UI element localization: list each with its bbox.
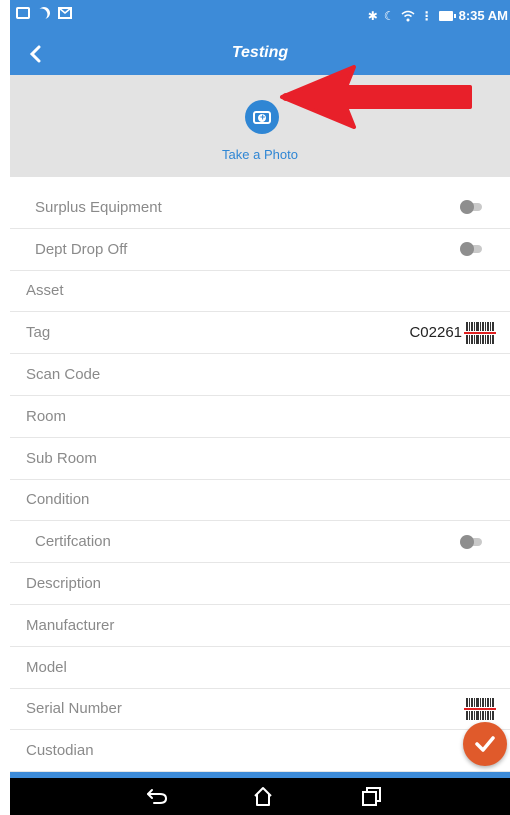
- status-bar: ✱ ☾ ⋮ 8:35 AM: [10, 0, 510, 32]
- dept-drop-off-label: Dept Drop Off: [35, 240, 128, 258]
- description-label: Description: [26, 575, 102, 593]
- model-label: Model: [26, 658, 67, 676]
- take-photo-label[interactable]: Take a Photo: [10, 147, 510, 162]
- barcode-scan-icon[interactable]: [464, 320, 496, 346]
- certification-toggle[interactable]: [460, 534, 484, 549]
- app-screen: ✱ ☾ ⋮ 8:35 AM Testing + Take a Photo Sur…: [10, 0, 510, 815]
- system-nav-bar: [10, 778, 510, 815]
- certification-label: Certifcation: [35, 533, 111, 551]
- serial-number-field[interactable]: Serial Number: [10, 689, 510, 731]
- wifi-icon: [401, 10, 415, 21]
- sub-room-label: Sub Room: [26, 449, 97, 467]
- asset-field[interactable]: Asset: [10, 271, 510, 313]
- condition-label: Condition: [26, 491, 90, 509]
- manufacturer-label: Manufacturer: [26, 616, 115, 634]
- asset-label: Asset: [26, 282, 64, 300]
- nav-back-button[interactable]: [144, 784, 170, 808]
- moon-icon: [36, 5, 52, 21]
- room-label: Room: [26, 407, 67, 425]
- bluetooth-icon: ✱: [367, 8, 378, 23]
- custodian-label: Custodian: [26, 742, 94, 760]
- back-icon: [147, 789, 168, 804]
- battery-icon: [438, 10, 456, 21]
- model-field[interactable]: Model: [10, 647, 510, 689]
- status-left-icons: [16, 7, 72, 19]
- camera-icon: +: [253, 110, 271, 124]
- tag-value: C02261: [409, 323, 462, 341]
- condition-field[interactable]: Condition: [10, 480, 510, 522]
- home-icon: [254, 787, 272, 806]
- status-time: 8:35 AM: [458, 8, 508, 23]
- more-icon: ⋮: [420, 8, 433, 23]
- save-fab-button[interactable]: [463, 722, 507, 766]
- mail-icon: [58, 7, 72, 19]
- photo-section: + Take a Photo: [10, 65, 510, 177]
- annotation-arrow-icon: [280, 65, 472, 129]
- serial-barcode-scan-icon[interactable]: [464, 696, 496, 722]
- dept-drop-off-toggle[interactable]: [460, 242, 484, 257]
- dept-drop-off-row: Dept Drop Off: [10, 229, 510, 271]
- surplus-equipment-toggle[interactable]: [460, 200, 484, 215]
- nav-home-button[interactable]: [250, 784, 276, 808]
- nav-recent-apps-button[interactable]: [358, 784, 384, 808]
- serial-number-label: Serial Number: [26, 700, 122, 718]
- custodian-field[interactable]: Custodian: [10, 730, 510, 773]
- screen-icon: [16, 7, 30, 19]
- surplus-equipment-row: Surplus Equipment: [10, 187, 510, 229]
- checkmark-icon: [475, 736, 495, 752]
- tag-label: Tag: [26, 324, 51, 342]
- sub-room-field[interactable]: Sub Room: [10, 438, 510, 480]
- surplus-equipment-label: Surplus Equipment: [35, 198, 162, 216]
- recent-apps-icon: [362, 787, 381, 806]
- scan-code-field[interactable]: Scan Code: [10, 354, 510, 396]
- asset-form: Surplus Equipment Dept Drop Off Asset Ta…: [10, 187, 510, 773]
- certification-row: Certifcation: [10, 521, 510, 564]
- page-title: Testing: [231, 44, 289, 61]
- do-not-disturb-icon: ☾: [383, 8, 395, 23]
- scan-code-label: Scan Code: [26, 366, 101, 384]
- manufacturer-field[interactable]: Manufacturer: [10, 605, 510, 647]
- room-field[interactable]: Room: [10, 396, 510, 438]
- tag-field[interactable]: Tag C02261: [10, 312, 510, 355]
- status-right-icons: ✱ ☾ ⋮ 8:35 AM: [368, 8, 508, 23]
- description-field[interactable]: Description: [10, 563, 510, 605]
